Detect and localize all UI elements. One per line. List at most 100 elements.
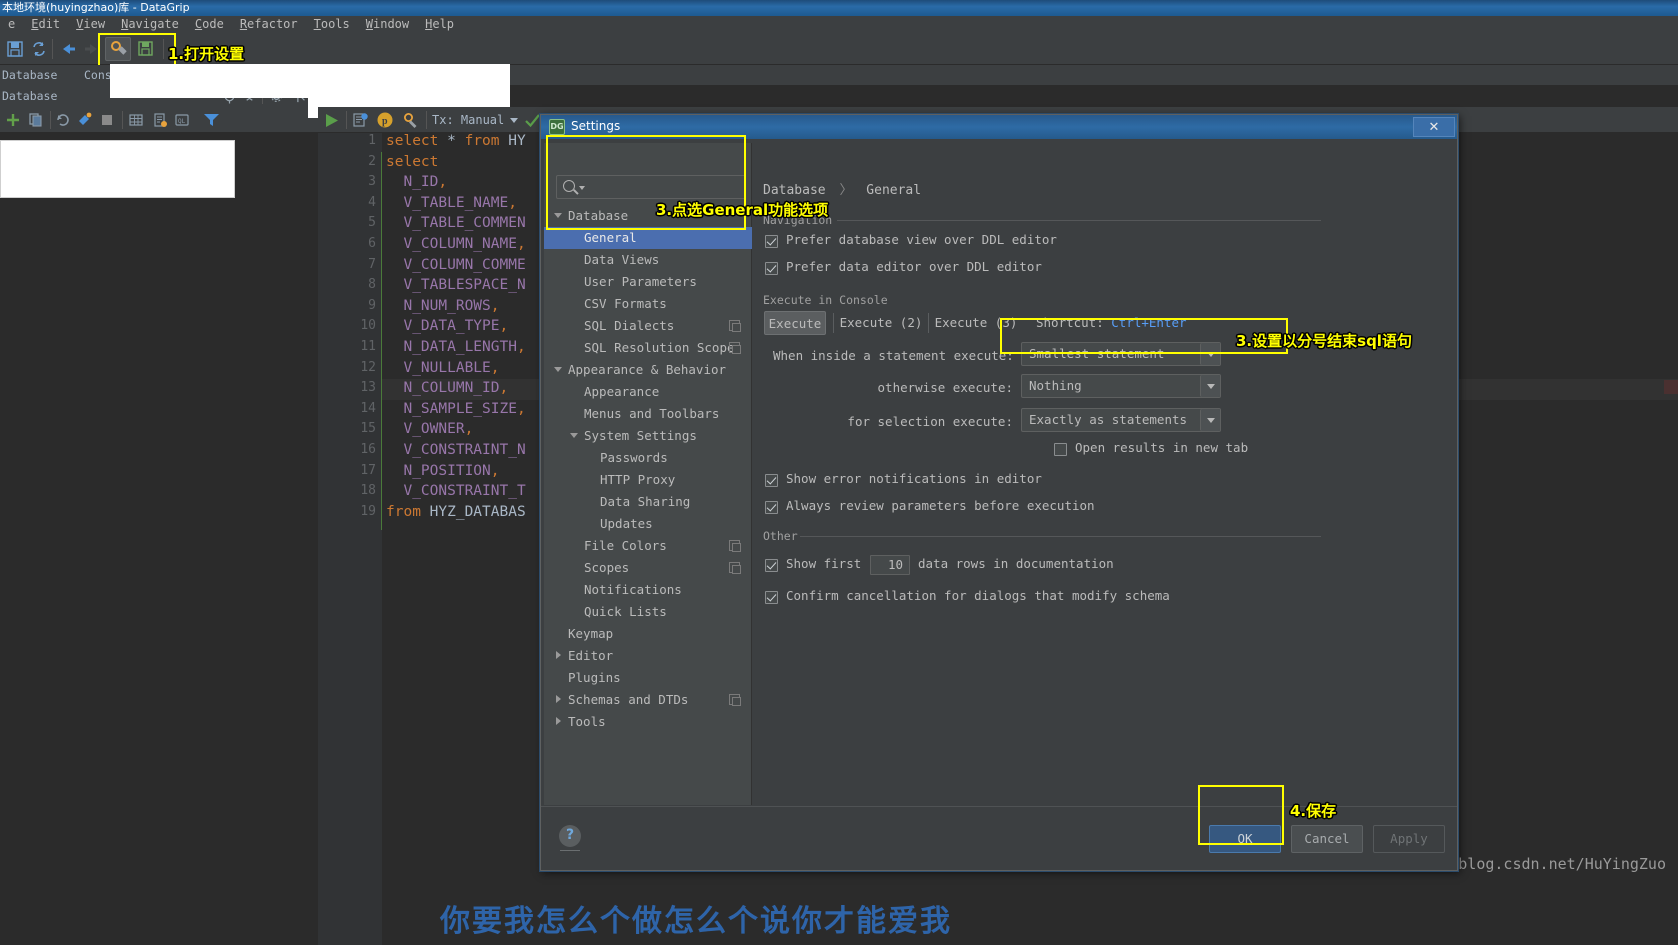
settings-tree-item-editor[interactable]: Editor <box>544 645 752 667</box>
settings-tree-item-plugins[interactable]: Plugins <box>544 667 752 689</box>
checkbox-prefer-database-view[interactable] <box>765 235 778 248</box>
apply-button[interactable]: Apply <box>1373 825 1445 853</box>
chevron-right-icon[interactable] <box>556 651 561 659</box>
code-line[interactable]: V_TABLE_NAME, <box>386 195 517 211</box>
tab-execute-2[interactable]: Execute (2) <box>838 311 924 335</box>
code-line[interactable]: V_NULLABLE, <box>386 360 499 376</box>
chevron-down-icon[interactable] <box>554 213 562 218</box>
menu-item-edit[interactable]: Edit <box>23 16 68 33</box>
chevron-down-icon[interactable] <box>1200 409 1220 431</box>
tab-execute-3[interactable]: Execute (3) <box>933 311 1019 335</box>
chevron-right-icon[interactable] <box>556 695 561 703</box>
tab-execute-1[interactable]: Execute <box>764 311 826 335</box>
settings-tree-item-notifications[interactable]: Notifications <box>544 579 752 601</box>
settings-tree-item-file-colors[interactable]: File Colors <box>544 535 752 557</box>
checkbox-always-review-parameters[interactable] <box>765 501 778 514</box>
settings-tree-item-appearance[interactable]: Appearance <box>544 381 752 403</box>
copy-settings-icon[interactable] <box>729 342 741 354</box>
code-line[interactable]: N_POSITION, <box>386 463 499 479</box>
menu-item-tools[interactable]: Tools <box>306 16 358 33</box>
postgres-icon[interactable]: p <box>376 111 394 129</box>
code-line[interactable]: from HYZ_DATABAS <box>386 504 526 520</box>
settings-tree-item-keymap[interactable]: Keymap <box>544 623 752 645</box>
cancel-button[interactable]: Cancel <box>1291 825 1363 853</box>
checkbox-show-first-rows[interactable] <box>765 559 778 572</box>
code-line[interactable]: V_CONSTRAINT_T <box>386 483 525 499</box>
settings-tree-item-data-views[interactable]: Data Views <box>544 249 752 271</box>
code-line[interactable]: N_SAMPLE_SIZE, <box>386 401 525 417</box>
chevron-down-icon[interactable] <box>1200 343 1220 365</box>
settings-tree-item-menus-and-toolbars[interactable]: Menus and Toolbars <box>544 403 752 425</box>
settings-tree-item-passwords[interactable]: Passwords <box>544 447 752 469</box>
chevron-down-icon[interactable] <box>554 367 562 372</box>
copy-settings-icon[interactable] <box>729 320 741 332</box>
save-all-icon[interactable] <box>137 40 155 58</box>
copy-icon[interactable] <box>28 112 44 128</box>
settings-tree-item-updates[interactable]: Updates <box>544 513 752 535</box>
chevron-down-icon[interactable] <box>1200 375 1220 397</box>
settings-tree-item-http-proxy[interactable]: HTTP Proxy <box>544 469 752 491</box>
db-settings-gear-icon[interactable] <box>402 112 419 129</box>
code-line[interactable]: N_DATA_LENGTH, <box>386 339 525 355</box>
settings-tree-item-system-settings[interactable]: System Settings <box>544 425 752 447</box>
checkbox-prefer-data-editor[interactable] <box>765 262 778 275</box>
chevron-right-icon[interactable] <box>556 717 561 725</box>
settings-tree-item-csv-formats[interactable]: CSV Formats <box>544 293 752 315</box>
save-icon[interactable] <box>6 40 24 58</box>
settings-tree-item-schemas-and-dtds[interactable]: Schemas and DTDs <box>544 689 752 711</box>
back-arrow-icon[interactable] <box>58 40 78 58</box>
settings-tree-item-appearance-behavior[interactable]: Appearance & Behavior <box>544 359 752 381</box>
tab-database[interactable]: Database <box>2 68 57 82</box>
close-icon[interactable]: ✕ <box>1413 117 1455 137</box>
sql-console-icon[interactable]: QL <box>174 112 190 128</box>
settings-tree-item-scopes[interactable]: Scopes <box>544 557 752 579</box>
code-line[interactable]: N_NUM_ROWS, <box>386 298 499 314</box>
settings-tree-item-general[interactable]: General <box>544 227 752 249</box>
help-icon[interactable]: ? <box>559 825 581 851</box>
ddl-icon[interactable] <box>152 112 168 128</box>
code-line[interactable]: V_DATA_TYPE, <box>386 318 508 334</box>
code-line[interactable]: select * from HY <box>386 133 526 149</box>
commit-check-icon[interactable] <box>524 112 541 129</box>
combo-for-selection-execute[interactable]: Exactly as statements <box>1021 408 1221 432</box>
settings-tree[interactable]: Database General Data Views User Parameters… <box>544 205 752 733</box>
schema-switch-icon[interactable] <box>352 112 369 129</box>
settings-tree-item-user-parameters[interactable]: User Parameters <box>544 271 752 293</box>
menu-item-e[interactable]: e <box>0 16 23 33</box>
input-show-first-rows[interactable]: 10 <box>870 555 910 575</box>
settings-tree-item-data-sharing[interactable]: Data Sharing <box>544 491 752 513</box>
database-tree[interactable] <box>0 133 318 945</box>
combo-otherwise-execute[interactable]: Nothing <box>1021 374 1221 398</box>
settings-tree-item-quick-lists[interactable]: Quick Lists <box>544 601 752 623</box>
checkbox-open-results-new-tab[interactable] <box>1054 443 1067 456</box>
refresh-icon[interactable] <box>55 112 71 128</box>
copy-settings-icon[interactable] <box>729 540 741 552</box>
checkbox-show-error-notifications[interactable] <box>765 474 778 487</box>
settings-gear-icon[interactable] <box>109 40 127 58</box>
code-line[interactable]: V_COLUMN_NAME, <box>386 236 525 252</box>
code-line[interactable]: V_CONSTRAINT_N <box>386 442 525 458</box>
code-line[interactable]: N_COLUMN_ID, <box>386 380 508 396</box>
add-icon[interactable] <box>5 112 21 128</box>
menu-item-code[interactable]: Code <box>187 16 232 33</box>
menu-item-window[interactable]: Window <box>358 16 417 33</box>
filter-icon[interactable] <box>203 112 220 128</box>
search-input[interactable] <box>556 175 746 199</box>
chevron-down-icon[interactable] <box>579 186 585 190</box>
code-line[interactable]: V_TABLESPACE_N <box>386 277 525 293</box>
stop-icon[interactable] <box>100 113 114 127</box>
table-icon[interactable] <box>128 112 144 128</box>
tx-mode-label[interactable]: Tx: Manual <box>432 113 504 127</box>
copy-settings-icon[interactable] <box>729 562 741 574</box>
code-line[interactable]: V_COLUMN_COMME <box>386 257 525 273</box>
run-icon[interactable] <box>323 112 340 129</box>
checkbox-confirm-cancellation[interactable] <box>765 591 778 604</box>
code-line[interactable]: V_OWNER, <box>386 421 473 437</box>
chevron-down-icon[interactable] <box>570 433 578 438</box>
chevron-down-icon[interactable] <box>510 118 518 123</box>
menu-item-refactor[interactable]: Refactor <box>232 16 306 33</box>
code-line[interactable]: V_TABLE_COMMEN <box>386 215 525 231</box>
combo-when-inside-statement[interactable]: Smallest statement <box>1021 342 1221 366</box>
db-tools-icon[interactable] <box>77 111 94 128</box>
settings-tree-item-tools[interactable]: Tools <box>544 711 752 733</box>
